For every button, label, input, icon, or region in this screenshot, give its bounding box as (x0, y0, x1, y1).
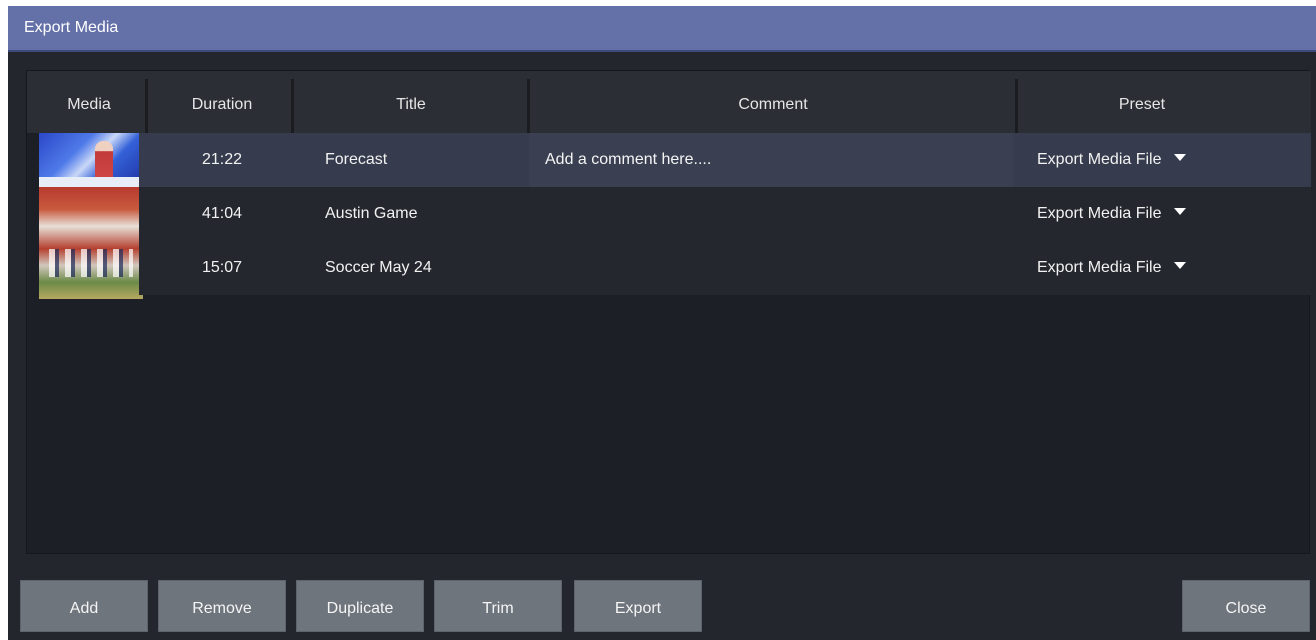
table-row[interactable]: 41:04 Austin Game Export Media File (139, 187, 1311, 241)
column-header-duration[interactable]: Duration (151, 71, 293, 133)
export-button[interactable]: Export (574, 580, 702, 632)
title-bar[interactable]: Export Media (8, 6, 1316, 52)
caret-down-icon (1173, 208, 1186, 216)
media-thumbnails (39, 133, 143, 299)
remove-button[interactable]: Remove (158, 580, 286, 632)
thumbnail-game[interactable] (39, 187, 143, 299)
table-row[interactable]: 21:22 Forecast Add a comment here.... Ex… (139, 133, 1311, 187)
players-graphic (49, 249, 133, 277)
title-cell[interactable]: Soccer May 24 (325, 241, 432, 295)
caret-down-icon (1173, 154, 1186, 162)
thumbnail-forecast[interactable] (39, 133, 143, 187)
duration-cell: 41:04 (201, 205, 243, 222)
column-header-preset[interactable]: Preset (1017, 71, 1267, 133)
title-cell[interactable]: Austin Game (325, 187, 417, 241)
presenter-figure (95, 141, 113, 181)
column-header-media[interactable]: Media (27, 71, 151, 133)
comment-input[interactable]: Add a comment here.... (529, 133, 1013, 187)
comment-cell[interactable] (529, 187, 1013, 241)
media-table: Media Duration Title Comment Preset 21:2… (26, 70, 1311, 554)
window-title: Export Media (24, 19, 119, 36)
table-row[interactable]: 15:07 Soccer May 24 Export Media File (139, 241, 1311, 295)
add-button[interactable]: Add (20, 580, 148, 632)
table-header: Media Duration Title Comment Preset (27, 71, 1311, 133)
comment-cell[interactable] (529, 241, 1013, 295)
title-cell[interactable]: Forecast (325, 133, 387, 187)
preset-dropdown[interactable]: Export Media File (1037, 241, 1186, 295)
lower-third-band (39, 177, 143, 187)
preset-label: Export Media File (1037, 151, 1162, 168)
column-header-comment[interactable]: Comment (529, 71, 1017, 133)
preset-label: Export Media File (1037, 259, 1162, 276)
column-header-title[interactable]: Title (293, 71, 529, 133)
trim-button[interactable]: Trim (434, 580, 562, 632)
duration-cell: 21:22 (201, 151, 243, 168)
preset-dropdown[interactable]: Export Media File (1037, 187, 1186, 241)
export-media-window: Export Media Media Duration Title Commen… (8, 6, 1316, 640)
preset-label: Export Media File (1037, 205, 1162, 222)
close-button[interactable]: Close (1182, 580, 1310, 632)
duration-cell: 15:07 (201, 259, 243, 276)
duplicate-button[interactable]: Duplicate (296, 580, 424, 632)
preset-dropdown[interactable]: Export Media File (1037, 133, 1186, 187)
caret-down-icon (1173, 262, 1186, 270)
